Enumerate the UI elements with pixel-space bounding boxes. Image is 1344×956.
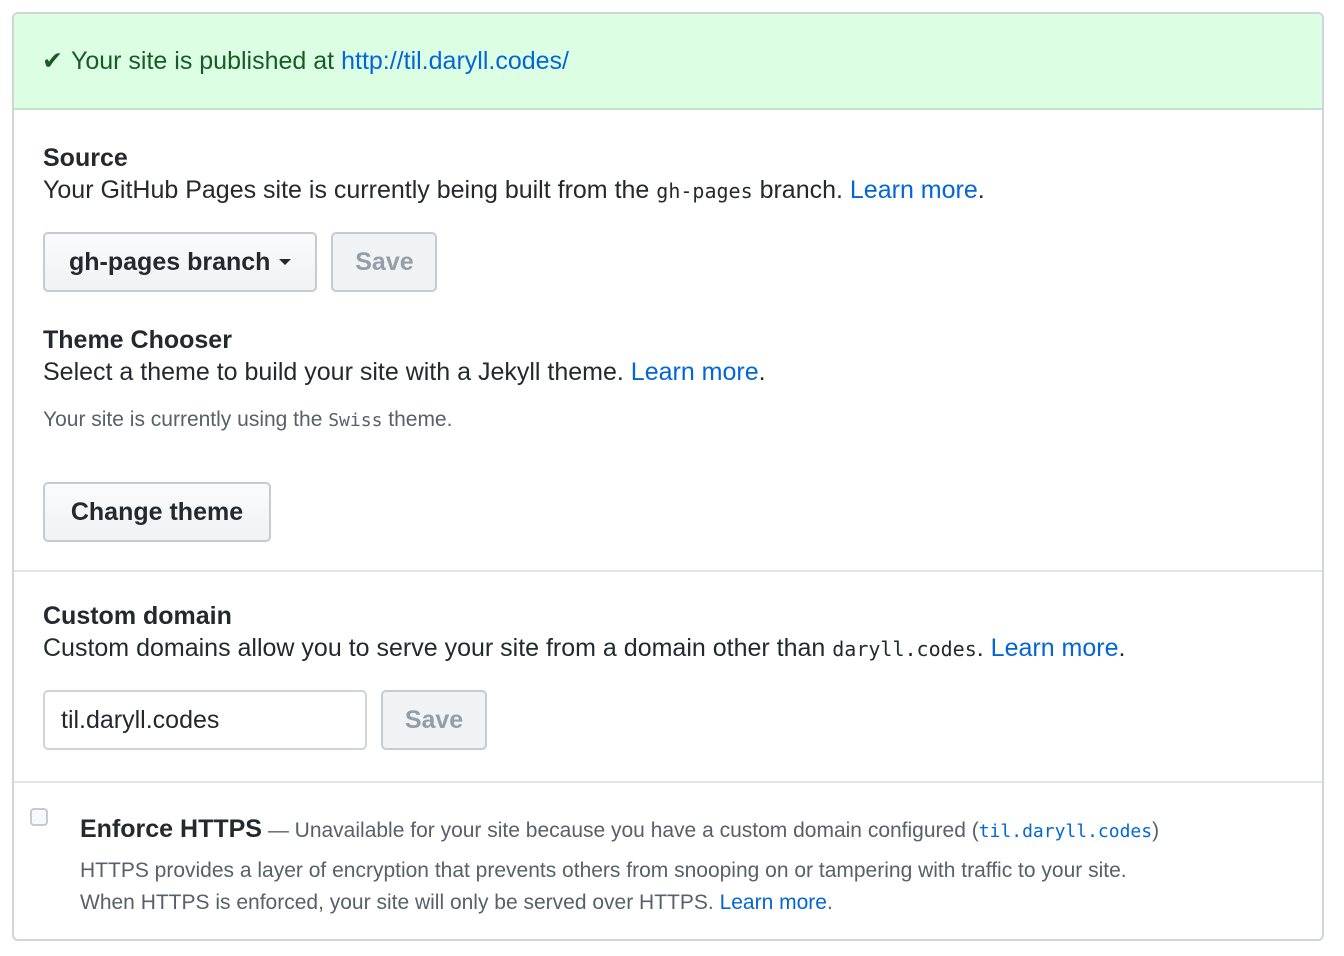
theme-description: Select a theme to build your site with a… [43,358,766,386]
https-section: Enforce HTTPS — Unavailable for your sit… [14,783,1322,939]
enforce-https-checkbox[interactable] [30,808,48,826]
https-note-close: ) [1152,819,1160,842]
https-desc-line1: HTTPS provides a layer of encryption tha… [80,859,1127,882]
source-section: Source Your GitHub Pages site is current… [14,110,1322,572]
source-title: Source [43,144,128,172]
https-learn-more-link[interactable]: Learn more [720,891,827,914]
custom-domain-description: Custom domains allow you to serve your s… [43,634,1126,662]
custom-domain-input[interactable] [43,690,367,750]
change-theme-button[interactable]: Change theme [43,482,271,542]
theme-title: Theme Chooser [43,326,232,354]
published-text: Your site is published at [70,46,335,75]
caret-down-icon [279,259,292,265]
github-pages-settings-box: ✔ Your site is published at http://til.d… [12,12,1324,941]
published-banner: ✔ Your site is published at http://til.d… [14,14,1322,110]
theme-desc-text: Select a theme to build your site with a… [43,358,624,386]
current-theme-before: Your site is currently using the [43,408,323,431]
https-unavailable-note: — Unavailable for your site because you … [267,819,979,842]
branch-select-button[interactable]: gh-pages branch [43,232,318,292]
theme-learn-more-link[interactable]: Learn more [631,358,759,386]
custom-domain-save-button[interactable]: Save [381,690,487,750]
https-title-row: Enforce HTTPS — Unavailable for your sit… [80,815,1159,844]
custom-domain-desc-text: Custom domains allow you to serve your s… [43,634,826,662]
current-theme-note: Your site is currently using the Swiss t… [43,408,452,432]
published-url-link[interactable]: http://til.daryll.codes/ [341,47,569,76]
https-title: Enforce HTTPS [80,815,262,843]
https-description: HTTPS provides a layer of encryption tha… [80,855,1127,919]
https-desc-line2: When HTTPS is enforced, your site will o… [80,891,714,914]
branch-select-label: gh-pages branch [69,247,271,276]
https-domain-code: til.daryll.codes [978,821,1153,842]
current-theme-after: theme. [388,408,453,431]
custom-domain-section: Custom domain Custom domains allow you t… [14,572,1322,783]
source-save-button[interactable]: Save [331,232,438,292]
source-description: Your GitHub Pages site is currently bein… [43,176,985,204]
check-icon: ✔ [42,47,63,75]
source-desc-text: Your GitHub Pages site is currently bein… [43,176,650,204]
domain-code: daryll.codes [832,637,977,661]
source-desc-after: branch. [759,176,843,204]
custom-domain-learn-more-link[interactable]: Learn more [991,634,1119,662]
custom-domain-title: Custom domain [43,602,232,630]
current-theme-code: Swiss [328,410,383,431]
branch-code: gh-pages [656,179,753,203]
source-learn-more-link[interactable]: Learn more [850,176,978,204]
